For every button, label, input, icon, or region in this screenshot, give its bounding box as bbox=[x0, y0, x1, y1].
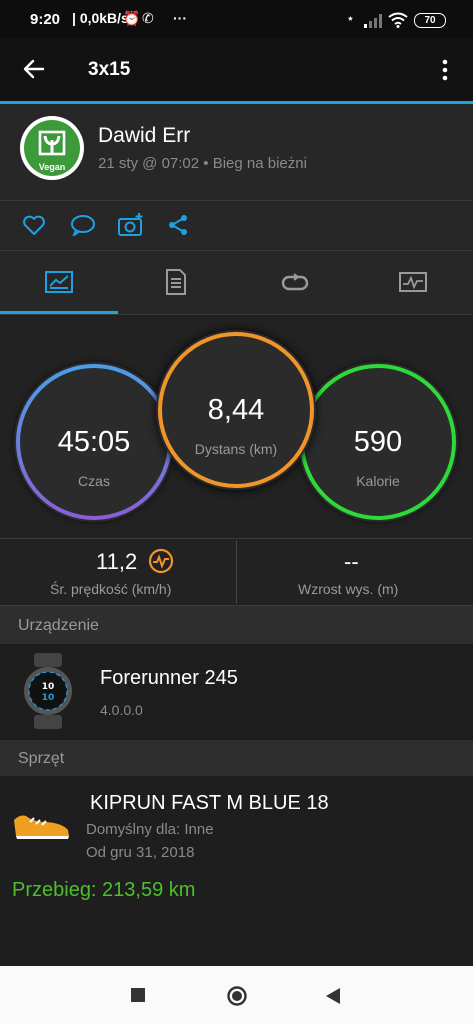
stats-tab-icon[interactable] bbox=[44, 270, 74, 294]
camera-plus-icon[interactable] bbox=[117, 212, 145, 238]
distance-label: Dystans (km) bbox=[194, 441, 278, 457]
shoe-icon bbox=[14, 815, 69, 839]
status-time: 9:20 bbox=[30, 11, 61, 28]
watch-icon: 10 10 bbox=[24, 653, 72, 729]
share-icon[interactable] bbox=[167, 214, 189, 236]
device-name: Forerunner 245 bbox=[100, 667, 238, 689]
bluetooth-icon: ⋆ bbox=[346, 10, 355, 26]
distance-value: 8,44 bbox=[207, 394, 265, 426]
gear-default: Domyślny dla: Inne bbox=[86, 821, 214, 838]
elevation-value: -- bbox=[344, 549, 359, 574]
recents-button[interactable] bbox=[131, 988, 145, 1002]
back-button[interactable] bbox=[325, 987, 341, 1005]
more-vertical-icon[interactable] bbox=[441, 58, 449, 82]
comment-icon[interactable] bbox=[70, 214, 96, 236]
status-bar: 9:20 | 0,0kB/s ⏰ ✆ ··· ⋆ 70 bbox=[0, 0, 473, 38]
time-label: Czas bbox=[78, 473, 110, 489]
user-name: Dawid Err bbox=[98, 124, 191, 147]
activity-meta: 21 sty @ 07:02 • Bieg na bieżni bbox=[98, 155, 307, 172]
speed-label: Śr. prędkość (km/h) bbox=[50, 581, 172, 597]
gear-section-header bbox=[0, 740, 473, 778]
alarm-icon: ⏰ bbox=[123, 10, 141, 26]
back-arrow-icon[interactable] bbox=[23, 59, 45, 79]
page-title: 3x15 bbox=[88, 59, 131, 80]
overflow-dots: ··· bbox=[173, 10, 187, 26]
chart-tab-icon[interactable] bbox=[398, 271, 428, 293]
elevation-label: Wzrost wys. (m) bbox=[298, 581, 399, 597]
divider bbox=[0, 314, 473, 315]
gear-name: KIPRUN FAST M BLUE 18 bbox=[90, 792, 329, 814]
avatar-text: Vegan bbox=[38, 162, 66, 172]
metrics-divider bbox=[236, 540, 237, 604]
speed-value: 11,2 bbox=[96, 549, 138, 574]
time-value: 45:05 bbox=[57, 426, 131, 458]
laps-tab-icon[interactable] bbox=[281, 273, 309, 293]
gear-mileage: Przebieg: 213,59 km bbox=[12, 879, 196, 901]
whatsapp-icon: ✆ bbox=[142, 10, 154, 26]
wifi-icon bbox=[388, 12, 408, 28]
plant-logo-icon bbox=[38, 130, 66, 156]
speed-zone-icon[interactable] bbox=[148, 548, 174, 574]
svg-text:10: 10 bbox=[42, 693, 55, 703]
calories-label: Kalorie bbox=[356, 473, 400, 489]
battery-indicator: 70 bbox=[414, 13, 446, 28]
signal-icon bbox=[364, 14, 382, 28]
gear-since: Od gru 31, 2018 bbox=[86, 844, 195, 861]
gear-section-title: Sprzęt bbox=[18, 750, 65, 767]
home-button[interactable] bbox=[226, 985, 248, 1007]
device-version: 4.0.0.0 bbox=[100, 702, 143, 718]
calories-value: 590 bbox=[353, 426, 403, 458]
device-section-title: Urządzenie bbox=[18, 617, 99, 634]
status-net-speed: | 0,0kB/s bbox=[72, 10, 129, 26]
details-tab-icon[interactable] bbox=[164, 268, 188, 296]
heart-icon[interactable] bbox=[22, 214, 46, 236]
app-bar bbox=[0, 38, 473, 101]
svg-text:10: 10 bbox=[42, 682, 55, 692]
net-speed-value: 0,0kB/s bbox=[79, 10, 129, 26]
